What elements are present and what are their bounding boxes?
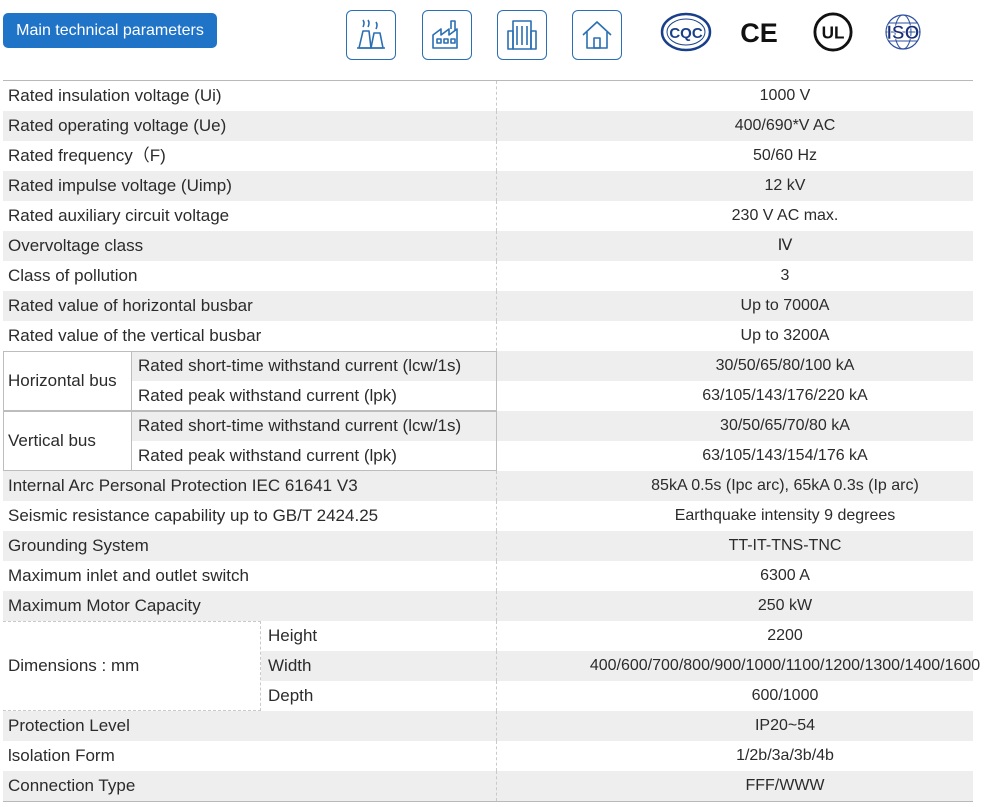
row-label: Rated insulation voltage (Ui)	[8, 86, 222, 105]
row-label: Rated impulse voltage (Uimp)	[8, 176, 232, 195]
table-bottom-rule	[3, 801, 973, 802]
table-row: Rated impulse voltage (Uimp) 12 kV	[3, 171, 973, 201]
horizontal-bus-group: Horizontal bus Rated short-time withstan…	[3, 351, 973, 411]
table-row: Class of pollution 3	[3, 261, 973, 291]
row-label: Maximum inlet and outlet switch	[8, 566, 249, 585]
iso-logo: ISO	[877, 12, 929, 52]
row-value: 30/50/65/80/100 kA	[715, 357, 855, 374]
table-row: Internal Arc Personal Protection IEC 616…	[3, 471, 973, 501]
cqc-logo: CQC	[660, 12, 712, 52]
table-row: Rated value of the vertical busbar Up to…	[3, 321, 973, 351]
svg-text:UL: UL	[822, 23, 845, 43]
row-value: 12 kV	[764, 177, 806, 194]
table-row: Connection Type FFF/WWW	[3, 771, 973, 801]
ul-logo: UL	[812, 12, 854, 52]
row-value: 63/105/143/176/220 kA	[702, 387, 868, 404]
table-row: Rated value of horizontal busbar Up to 7…	[3, 291, 973, 321]
row-label: Rated frequency（F)	[8, 146, 166, 165]
row-value: IP20~54	[754, 717, 816, 734]
table-row: lsolation Form 1/2b/3a/3b/4b	[3, 741, 973, 771]
row-value: Up to 3200A	[740, 327, 830, 344]
svg-text:CQC: CQC	[669, 25, 703, 42]
row-label: Protection Level	[8, 716, 130, 735]
row-value: Ⅳ	[777, 237, 793, 254]
svg-text:CE: CE	[740, 18, 778, 48]
table-row: Grounding System TT-IT-TNS-TNC	[3, 531, 973, 561]
row-value: 63/105/143/154/176 kA	[702, 447, 868, 464]
page-title: Main technical parameters	[3, 13, 217, 48]
table-row: Width 400/600/700/800/900/1000/1100/1200…	[261, 651, 980, 681]
row-value: TT-IT-TNS-TNC	[728, 537, 842, 554]
ce-logo: CE	[739, 12, 779, 52]
row-value: 1000 V	[759, 87, 811, 104]
row-value: 6300 A	[760, 567, 810, 584]
row-value: 250 kW	[757, 597, 813, 614]
row-value: 85kA 0.5s (Ipc arc), 65kA 0.3s (Ip arc)	[651, 477, 919, 494]
row-label: Width	[268, 656, 312, 675]
row-label: Internal Arc Personal Protection IEC 616…	[8, 476, 358, 495]
row-value: 400/690*V AC	[734, 117, 836, 134]
row-value: 230 V AC max.	[731, 207, 839, 224]
row-value: 50/60 Hz	[752, 147, 818, 164]
table-row: Maximum Motor Capacity 250 kW	[3, 591, 973, 621]
row-value: FFF/WWW	[745, 777, 825, 794]
table-row: Maximum inlet and outlet switch 6300 A	[3, 561, 973, 591]
row-value: Earthquake intensity 9 degrees	[674, 507, 896, 524]
svg-text:ISO: ISO	[887, 23, 920, 44]
row-value: 1/2b/3a/3b/4b	[736, 747, 834, 764]
row-label: Rated value of horizontal busbar	[8, 296, 253, 315]
table-row: Rated auxiliary circuit voltage 230 V AC…	[3, 201, 973, 231]
office-building-icon	[497, 10, 547, 60]
row-label: Grounding System	[8, 536, 149, 555]
vertical-bus-group: Vertical bus Rated short-time withstand …	[3, 411, 973, 471]
row-label: Connection Type	[8, 776, 136, 795]
house-icon	[572, 10, 622, 60]
row-label: Maximum Motor Capacity	[8, 596, 201, 615]
row-value: 2200	[767, 627, 803, 644]
table-row: Seismic resistance capability up to GB/T…	[3, 501, 973, 531]
row-label: Rated value of the vertical busbar	[8, 326, 262, 345]
row-value: 400/600/700/800/900/1000/1100/1200/1300/…	[589, 657, 981, 674]
table-row: Rated operating voltage (Ue) 400/690*V A…	[3, 111, 973, 141]
table-row: Depth 600/1000	[261, 681, 973, 711]
row-label: Seismic resistance capability up to GB/T…	[8, 506, 379, 525]
row-value: 3	[780, 267, 790, 284]
factory-icon	[422, 10, 472, 60]
row-label: Height	[268, 626, 318, 645]
row-label: Rated auxiliary circuit voltage	[8, 206, 230, 225]
power-plant-icon	[346, 10, 396, 60]
row-label: Rated operating voltage (Ue)	[8, 116, 227, 135]
row-label: lsolation Form	[8, 746, 115, 765]
table-row: Rated frequency（F) 50/60 Hz	[3, 141, 973, 171]
row-value: Up to 7000A	[740, 297, 830, 314]
table-row: Overvoltage class Ⅳ	[3, 231, 973, 261]
row-label: Depth	[268, 686, 314, 705]
row-value: 600/1000	[751, 687, 819, 704]
row-label: Class of pollution	[8, 266, 138, 285]
table-row: Protection Level IP20~54	[3, 711, 973, 741]
table-row: Height 2200	[261, 621, 973, 651]
dimensions-group: Dimensions : mm Height 2200 Width 400/60…	[3, 621, 980, 711]
table-row: Rated insulation voltage (Ui) 1000 V	[3, 81, 973, 111]
row-value: 30/50/65/70/80 kA	[720, 417, 850, 434]
row-label: Overvoltage class	[8, 236, 144, 255]
